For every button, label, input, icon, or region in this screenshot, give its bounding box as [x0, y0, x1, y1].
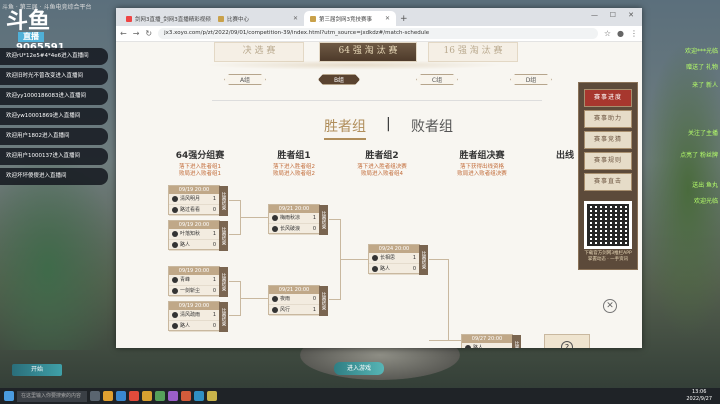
- bracket-line: [329, 219, 341, 300]
- maximize-button[interactable]: ☐: [610, 11, 616, 19]
- group-b-button[interactable]: B组: [318, 74, 360, 85]
- winner-bracket-tab[interactable]: 胜者组: [324, 116, 366, 140]
- group-d-button[interactable]: D组: [510, 74, 552, 85]
- back-icon[interactable]: ←: [120, 29, 127, 38]
- new-tab-button[interactable]: +: [396, 14, 412, 26]
- close-window-button[interactable]: ✕: [628, 11, 634, 19]
- round-column: 64强分组赛 落下进入胜者组1 败局进入败者组1: [175, 151, 225, 177]
- side-message: 点亮了 粉丝牌: [680, 152, 718, 159]
- bracket-line: [241, 298, 268, 299]
- edge-icon[interactable]: [116, 391, 126, 401]
- app-icon[interactable]: [168, 391, 178, 401]
- tab-douyu[interactable]: 剑网3直播_剑网3直播精彩视频✕: [120, 11, 212, 26]
- tab-separator: |: [386, 116, 391, 132]
- web-page: 决 选 赛 64 强 淘 汰 赛 16 强 淘 汰 赛 A组 B组 C组 D组 …: [116, 42, 642, 348]
- enter-game-button[interactable]: 进入游戏: [334, 362, 384, 375]
- bracket-line: [229, 200, 241, 235]
- app-icon[interactable]: [181, 391, 191, 401]
- match-card[interactable]: 09/27 20:00路人比赛结束: [461, 334, 521, 348]
- chat-message: 欢迎yy1000186083进入直播间: [0, 88, 108, 105]
- bracket-line: [341, 259, 368, 260]
- site-favicon-icon: [218, 15, 224, 22]
- minimize-button[interactable]: —: [591, 11, 598, 19]
- reload-icon[interactable]: ↻: [145, 29, 152, 38]
- qr-caption: 掌握动态 · 一手资讯: [587, 257, 629, 262]
- chrome-icon[interactable]: [129, 391, 139, 401]
- app-icon[interactable]: [142, 391, 152, 401]
- profile-icon[interactable]: ●: [617, 29, 624, 38]
- round-column: 胜者组1 落下进入胜者组2 败局进入败者组2: [273, 151, 315, 177]
- tab-strip: 剑网3直播_剑网3直播精彩视频✕ 比赛中心✕ 第三届剑网3竞技赛事✕ + — ☐…: [116, 8, 642, 26]
- menu-betting[interactable]: 赛事竞猜: [584, 131, 632, 149]
- menu-schedule[interactable]: 赛事进度: [584, 89, 632, 107]
- chat-message: 欢迎旧时光不曾改变进入直播间: [0, 68, 108, 85]
- qualify-column-title: 出线: [556, 151, 575, 161]
- tab-match-center[interactable]: 比赛中心 ✕: [212, 11, 304, 26]
- app-icon[interactable]: [194, 391, 204, 401]
- loser-bracket-tab[interactable]: 败者组: [411, 116, 453, 136]
- banner-glow: [204, 60, 504, 70]
- chat-message: 欢迎用户1802进入直播间: [0, 128, 108, 145]
- stage-banner-active[interactable]: 64 强 淘 汰 赛: [319, 42, 417, 62]
- chat-message: 欢迎rU*12e5#4*4e6进入直播间: [0, 48, 108, 65]
- match-card[interactable]: 09/21 20:00 梅雨秋凉 1 长风破浪 0 比赛结束: [268, 204, 328, 235]
- menu-icon[interactable]: ⋮: [630, 29, 638, 38]
- close-menu-icon[interactable]: ✕: [603, 299, 617, 313]
- side-message: 欢迎***光临: [684, 48, 718, 55]
- menu-rules[interactable]: 赛事规则: [584, 152, 632, 170]
- round-column: 胜者组决赛 落下获得出线资格 败局进入败者组决赛: [457, 151, 507, 177]
- douyu-favicon-icon: [126, 15, 132, 22]
- match-card[interactable]: 09/24 20:00 长相思 1 路人 0 比赛结束: [368, 244, 428, 275]
- side-message: 送出 鱼丸: [692, 182, 718, 189]
- stage-banner[interactable]: 16 强 淘 汰 赛: [428, 42, 518, 62]
- app-icon[interactable]: [207, 391, 217, 401]
- close-tab-icon[interactable]: ✕: [293, 15, 298, 22]
- bracket-line: [229, 281, 241, 316]
- group-c-button[interactable]: C组: [416, 74, 458, 85]
- match-card[interactable]: 09/19 20:00 清风明月 1 路过看看 0 比赛结束: [168, 185, 228, 216]
- tab-competition[interactable]: 第三届剑网3竞技赛事 ✕: [304, 11, 396, 26]
- menu-live[interactable]: 赛事直击: [584, 173, 632, 191]
- windows-start-icon[interactable]: [4, 391, 14, 401]
- forward-icon[interactable]: →: [133, 29, 140, 38]
- close-tab-icon[interactable]: ✕: [385, 15, 390, 22]
- explorer-icon[interactable]: [103, 391, 113, 401]
- qr-code-icon: [584, 201, 632, 249]
- question-icon: ?: [561, 341, 573, 348]
- group-a-button[interactable]: A组: [224, 74, 266, 85]
- start-button[interactable]: 开始: [12, 364, 62, 376]
- side-message: 来了 新人: [692, 82, 718, 89]
- chat-message: 欢迎yw10001869进入直播间: [0, 108, 108, 125]
- match-card[interactable]: 09/19 20:00 叶落知秋 1 路人 0 比赛结束: [168, 220, 228, 251]
- browser-window: 剑网3直播_剑网3直播精彩视频✕ 比赛中心✕ 第三届剑网3竞技赛事✕ + — ☐…: [116, 8, 642, 348]
- chat-list: 欢迎rU*12e5#4*4e6进入直播间 欢迎旧时光不曾改变进入直播间 欢迎yy…: [0, 48, 108, 188]
- bracket-line: [429, 259, 449, 341]
- address-bar-row: ← → ↻ jx3.xoyo.com/p/zt/2022/09/01/compe…: [116, 26, 642, 42]
- chat-message: 欢迎用户1000137进入直播间: [0, 148, 108, 165]
- stage-banner[interactable]: 决 选 赛: [214, 42, 304, 62]
- taskbar-search-input[interactable]: 在这里输入你要搜索的内容: [17, 390, 87, 402]
- side-message: 赠送了 礼物: [686, 64, 718, 71]
- bracket-line: [449, 340, 461, 341]
- app-icon[interactable]: [155, 391, 165, 401]
- match-card[interactable]: 09/19 20:00 清风疏雨 1 路人 0 比赛结束: [168, 301, 228, 332]
- divider: [212, 100, 542, 101]
- chat-message: 欢迎坏坏傻傻进入直播间: [0, 168, 108, 185]
- star-icon[interactable]: ☆: [604, 29, 611, 38]
- task-view-icon[interactable]: [90, 391, 100, 401]
- bracket-line: [241, 217, 268, 218]
- match-card[interactable]: 09/21 20:00 夜雨 0 风行 1 比赛结束: [268, 285, 328, 316]
- side-menu: 赛事进度 赛事助力 赛事竞猜 赛事规则 赛事直击 下载官方剑网3推栏APP 掌握…: [578, 82, 638, 270]
- url-input[interactable]: jx3.xoyo.com/p/zt/2022/09/01/competition…: [158, 28, 598, 39]
- site-favicon-icon: [310, 15, 316, 22]
- side-message: 欢迎光临: [693, 198, 718, 205]
- side-message: 关注了主播: [687, 130, 718, 137]
- match-card[interactable]: 09/19 20:00 青峰 1 一剑斩尘 0 比赛结束: [168, 266, 228, 297]
- round-column: 胜者组2 落下进入胜者组决赛 败局进入败者组4: [357, 151, 407, 177]
- taskbar: 在这里输入你要搜索的内容 13:06 2022/9/27: [0, 388, 720, 404]
- taskbar-clock[interactable]: 13:06 2022/9/27: [686, 388, 712, 403]
- qualify-slot: ?: [544, 334, 590, 348]
- menu-support[interactable]: 赛事助力: [584, 110, 632, 128]
